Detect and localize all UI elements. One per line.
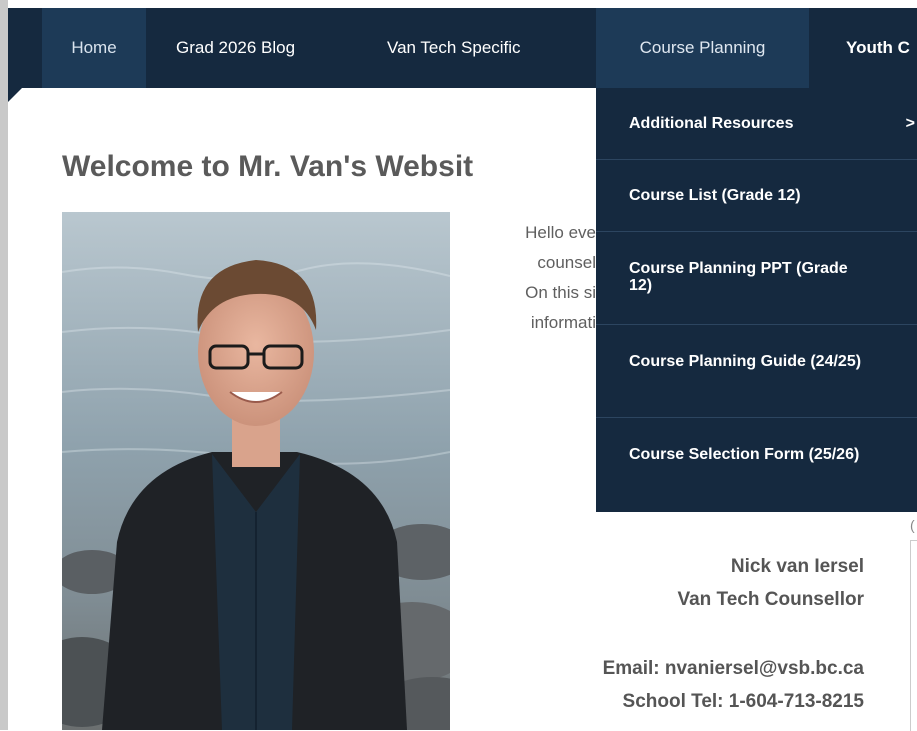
dropdown-item-label: Course Planning PPT (Grade 12): [629, 260, 848, 294]
left-rail: [0, 0, 8, 730]
dropdown-item-course-planning-guide[interactable]: Course Planning Guide (24/25): [596, 325, 917, 418]
dropdown-item-additional-resources[interactable]: Additional Resources >: [596, 88, 917, 160]
intro-line: counsel: [537, 253, 596, 272]
dropdown-item-label: Additional Resources: [629, 115, 794, 132]
nav-van-tech-specific[interactable]: Van Tech Specific: [387, 8, 521, 88]
contact-block: Nick van Iersel Van Tech Counsellor Emai…: [603, 550, 864, 718]
counsellor-photo: [62, 212, 450, 730]
corner-mark: [8, 88, 22, 102]
contact-role: Van Tech Counsellor: [677, 589, 864, 610]
course-planning-dropdown: Additional Resources > Course List (Grad…: [596, 88, 917, 512]
nav-youth[interactable]: Youth C: [846, 8, 910, 88]
main-navbar: Home Grad 2026 Blog Van Tech Specific Co…: [8, 8, 917, 88]
side-widget-edge: (: [910, 517, 915, 533]
dropdown-item-label: Course List (Grade 12): [629, 187, 801, 204]
intro-line: On this si: [525, 283, 596, 302]
intro-line: Hello eve: [525, 223, 596, 242]
intro-line: informati: [530, 313, 596, 332]
top-strip: [0, 0, 917, 8]
contact-email[interactable]: Email: nvaniersel@vsb.bc.ca: [603, 652, 864, 685]
nav-grad-2026-blog[interactable]: Grad 2026 Blog: [176, 8, 295, 88]
contact-name: Nick van Iersel: [730, 556, 864, 577]
dropdown-item-course-planning-ppt[interactable]: Course Planning PPT (Grade 12): [596, 232, 917, 325]
dropdown-item-course-list[interactable]: Course List (Grade 12): [596, 160, 917, 232]
page-title: Welcome to Mr. Van's Websit: [62, 150, 474, 183]
nav-home[interactable]: Home: [42, 8, 146, 88]
contact-phone: School Tel: 1-604-713-8215: [622, 691, 864, 712]
dropdown-item-label: Course Selection Form (25/26): [629, 446, 860, 463]
nav-course-planning[interactable]: Course Planning: [596, 8, 809, 88]
side-widget: [910, 540, 917, 731]
dropdown-item-course-selection-form[interactable]: Course Selection Form (25/26): [596, 418, 917, 512]
intro-text: Hello eve counsel On this si informati: [482, 218, 596, 338]
submenu-arrow-icon: >: [905, 115, 915, 132]
dropdown-item-label: Course Planning Guide (24/25): [629, 353, 862, 370]
